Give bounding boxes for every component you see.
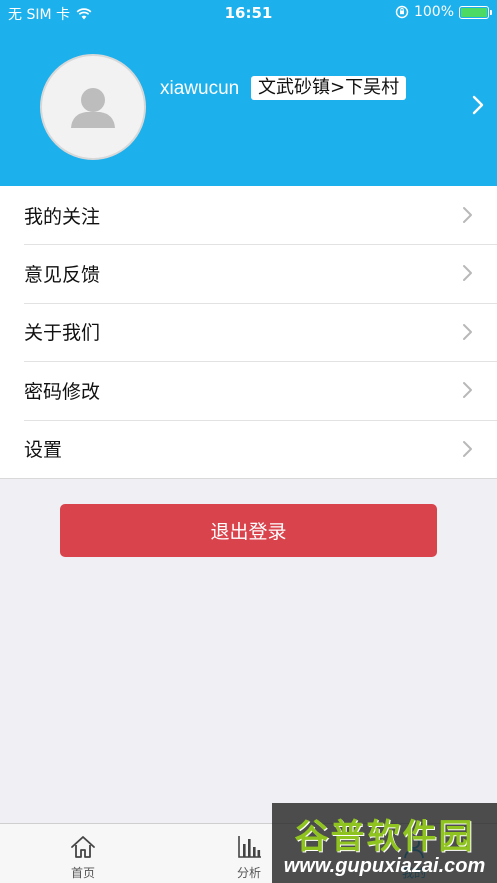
watermark-title: 谷普软件园 xyxy=(294,817,475,857)
menu-item-label: 密码修改 xyxy=(24,380,101,403)
profile-header[interactable]: 无 SIM 卡 16:51 100% xiawucun 文武砂镇>下吴村 xyxy=(0,0,497,186)
menu-item-label: 意见反馈 xyxy=(24,264,101,287)
menu-item-change-password[interactable]: 密码修改 xyxy=(0,361,497,419)
menu-item-label: 关于我们 xyxy=(24,322,101,345)
menu-item-label: 我的关注 xyxy=(24,205,101,228)
default-user-icon xyxy=(71,88,115,128)
chevron-right-icon xyxy=(463,323,472,340)
username: xiawucun xyxy=(160,78,240,99)
tab-home[interactable]: 首页 xyxy=(0,824,166,883)
status-bar: 无 SIM 卡 16:51 100% xyxy=(0,0,497,26)
menu-item-label: 设置 xyxy=(24,439,63,462)
tab-label: 首页 xyxy=(70,866,95,880)
battery-icon xyxy=(459,5,492,19)
battery-percent: 100% xyxy=(413,4,454,20)
menu-item-about-us[interactable]: 关于我们 xyxy=(0,302,497,361)
location-badge: 文武砂镇>下吴村 xyxy=(251,76,407,100)
chevron-right-icon xyxy=(463,440,472,457)
menu-item-settings[interactable]: 设置 xyxy=(0,419,497,478)
chevron-right-icon xyxy=(463,207,472,223)
watermark-url: www.gupuxiazai.com xyxy=(283,855,486,877)
watermark: 谷普软件园 www.gupuxiazai.com xyxy=(272,803,497,883)
menu-item-feedback[interactable]: 意见反馈 xyxy=(0,244,497,302)
settings-menu: 我的关注 意见反馈 关于我们 密码修改 设置 xyxy=(0,186,497,479)
orientation-lock-icon xyxy=(395,5,409,19)
home-icon xyxy=(71,836,95,858)
bar-chart-icon xyxy=(238,836,261,858)
menu-item-my-follows[interactable]: 我的关注 xyxy=(0,186,497,244)
logout-button[interactable]: 退出登录 xyxy=(60,504,437,557)
chevron-right-icon xyxy=(463,265,472,282)
avatar[interactable] xyxy=(40,54,146,160)
chevron-right-icon[interactable] xyxy=(468,94,488,116)
chevron-right-icon xyxy=(463,382,472,399)
